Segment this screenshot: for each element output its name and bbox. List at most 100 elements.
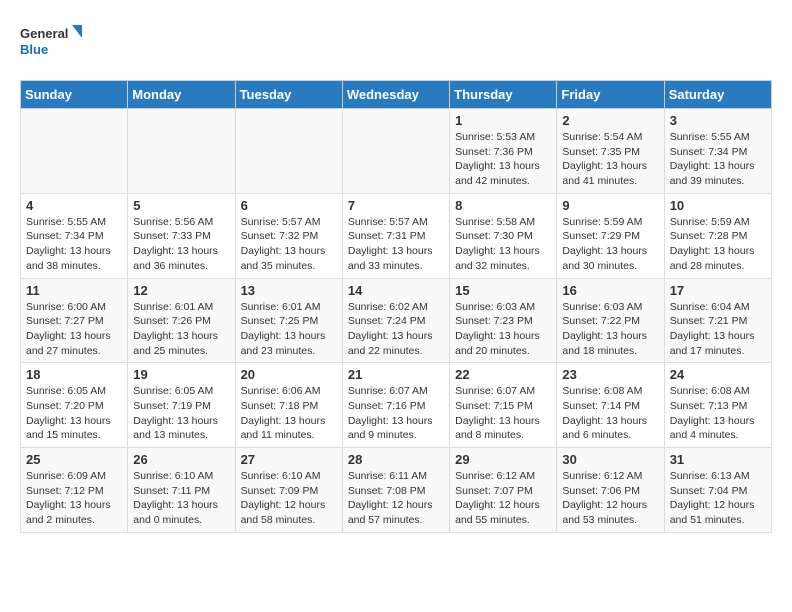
day-number: 15 [455,283,551,298]
day-number: 21 [348,367,444,382]
day-number: 30 [562,452,658,467]
calendar-cell: 15 Sunrise: 6:03 AM Sunset: 7:23 PM Dayli… [450,278,557,363]
day-info: Sunrise: 6:06 AM Sunset: 7:18 PM Dayligh… [241,384,337,443]
calendar-cell: 7Sunrise: 5:57 AM Sunset: 7:31 PM Daylig… [342,193,449,278]
calendar-cell: 9Sunrise: 5:59 AM Sunset: 7:29 PM Daylig… [557,193,664,278]
day-number: 24 [670,367,766,382]
calendar-cell: 17 Sunrise: 6:04 AM Sunset: 7:21 PM Dayli… [664,278,771,363]
day-number: 17 [670,283,766,298]
day-number: 18 [26,367,122,382]
day-number: 4 [26,198,122,213]
calendar-week-4: 18 Sunrise: 6:05 AM Sunset: 7:20 PM Dayli… [21,363,772,448]
day-info: Sunrise: 6:12 AM Sunset: 7:06 PM Dayligh… [562,469,658,528]
calendar-cell [342,109,449,194]
day-number: 27 [241,452,337,467]
day-number: 19 [133,367,229,382]
page-header: General Blue [20,20,772,70]
calendar-cell: 3 Sunrise: 5:55 AM Sunset: 7:34 PM Daylig… [664,109,771,194]
calendar-cell: 21Sunrise: 6:07 AM Sunset: 7:16 PM Dayli… [342,363,449,448]
calendar-cell [21,109,128,194]
day-number: 28 [348,452,444,467]
day-info: Sunrise: 5:57 AM Sunset: 7:31 PM Dayligh… [348,215,444,274]
day-number: 1 [455,113,551,128]
day-number: 8 [455,198,551,213]
day-number: 14 [348,283,444,298]
svg-text:General: General [20,26,68,41]
day-info: Sunrise: 6:12 AM Sunset: 7:07 PM Dayligh… [455,469,551,528]
calendar-cell: 10 Sunrise: 5:59 AM Sunset: 7:28 PM Dayli… [664,193,771,278]
header-tuesday: Tuesday [235,81,342,109]
calendar-week-5: 25 Sunrise: 6:09 AM Sunset: 7:12 PM Dayli… [21,448,772,533]
header-sunday: Sunday [21,81,128,109]
calendar-cell: 12Sunrise: 6:01 AM Sunset: 7:26 PM Dayli… [128,278,235,363]
day-info: Sunrise: 5:56 AM Sunset: 7:33 PM Dayligh… [133,215,229,274]
calendar-cell: 19 Sunrise: 6:05 AM Sunset: 7:19 PM Dayli… [128,363,235,448]
day-info: Sunrise: 6:13 AM Sunset: 7:04 PM Dayligh… [670,469,766,528]
day-number: 2 [562,113,658,128]
calendar-cell: 16Sunrise: 6:03 AM Sunset: 7:22 PM Dayli… [557,278,664,363]
day-info: Sunrise: 6:04 AM Sunset: 7:21 PM Dayligh… [670,300,766,359]
day-info: Sunrise: 6:10 AM Sunset: 7:11 PM Dayligh… [133,469,229,528]
calendar-week-2: 4 Sunrise: 5:55 AM Sunset: 7:34 PM Daylig… [21,193,772,278]
calendar-week-3: 11Sunrise: 6:00 AM Sunset: 7:27 PM Dayli… [21,278,772,363]
calendar-cell: 22 Sunrise: 6:07 AM Sunset: 7:15 PM Dayli… [450,363,557,448]
day-number: 10 [670,198,766,213]
day-info: Sunrise: 5:58 AM Sunset: 7:30 PM Dayligh… [455,215,551,274]
day-number: 13 [241,283,337,298]
day-info: Sunrise: 5:55 AM Sunset: 7:34 PM Dayligh… [670,130,766,189]
day-number: 5 [133,198,229,213]
calendar-cell: 25 Sunrise: 6:09 AM Sunset: 7:12 PM Dayli… [21,448,128,533]
day-info: Sunrise: 5:57 AM Sunset: 7:32 PM Dayligh… [241,215,337,274]
day-info: Sunrise: 6:03 AM Sunset: 7:22 PM Dayligh… [562,300,658,359]
day-info: Sunrise: 5:54 AM Sunset: 7:35 PM Dayligh… [562,130,658,189]
day-info: Sunrise: 6:00 AM Sunset: 7:27 PM Dayligh… [26,300,122,359]
day-info: Sunrise: 6:08 AM Sunset: 7:14 PM Dayligh… [562,384,658,443]
header-wednesday: Wednesday [342,81,449,109]
calendar-cell: 23 Sunrise: 6:08 AM Sunset: 7:14 PM Dayli… [557,363,664,448]
header-friday: Friday [557,81,664,109]
calendar-cell: 8 Sunrise: 5:58 AM Sunset: 7:30 PM Daylig… [450,193,557,278]
calendar-table: SundayMondayTuesdayWednesdayThursdayFrid… [20,80,772,533]
day-info: Sunrise: 5:55 AM Sunset: 7:34 PM Dayligh… [26,215,122,274]
logo: General Blue [20,20,90,70]
calendar-cell: 27 Sunrise: 6:10 AM Sunset: 7:09 PM Dayli… [235,448,342,533]
day-info: Sunrise: 5:59 AM Sunset: 7:28 PM Dayligh… [670,215,766,274]
calendar-header-row: SundayMondayTuesdayWednesdayThursdayFrid… [21,81,772,109]
day-info: Sunrise: 6:01 AM Sunset: 7:25 PM Dayligh… [241,300,337,359]
day-info: Sunrise: 6:09 AM Sunset: 7:12 PM Dayligh… [26,469,122,528]
calendar-cell: 24Sunrise: 6:08 AM Sunset: 7:13 PM Dayli… [664,363,771,448]
day-number: 20 [241,367,337,382]
day-number: 25 [26,452,122,467]
calendar-cell: 14 Sunrise: 6:02 AM Sunset: 7:24 PM Dayli… [342,278,449,363]
header-saturday: Saturday [664,81,771,109]
day-number: 31 [670,452,766,467]
calendar-cell: 13 Sunrise: 6:01 AM Sunset: 7:25 PM Dayli… [235,278,342,363]
day-info: Sunrise: 6:01 AM Sunset: 7:26 PM Dayligh… [133,300,229,359]
calendar-cell: 1Sunrise: 5:53 AM Sunset: 7:36 PM Daylig… [450,109,557,194]
day-info: Sunrise: 6:02 AM Sunset: 7:24 PM Dayligh… [348,300,444,359]
calendar-cell [128,109,235,194]
day-info: Sunrise: 6:07 AM Sunset: 7:15 PM Dayligh… [455,384,551,443]
calendar-cell: 11Sunrise: 6:00 AM Sunset: 7:27 PM Dayli… [21,278,128,363]
calendar-cell: 26Sunrise: 6:10 AM Sunset: 7:11 PM Dayli… [128,448,235,533]
logo-svg: General Blue [20,20,90,70]
calendar-cell: 2 Sunrise: 5:54 AM Sunset: 7:35 PM Daylig… [557,109,664,194]
day-number: 6 [241,198,337,213]
header-thursday: Thursday [450,81,557,109]
day-info: Sunrise: 6:05 AM Sunset: 7:20 PM Dayligh… [26,384,122,443]
day-number: 3 [670,113,766,128]
calendar-week-1: 1Sunrise: 5:53 AM Sunset: 7:36 PM Daylig… [21,109,772,194]
day-info: Sunrise: 6:10 AM Sunset: 7:09 PM Dayligh… [241,469,337,528]
calendar-cell: 31 Sunrise: 6:13 AM Sunset: 7:04 PM Dayli… [664,448,771,533]
header-monday: Monday [128,81,235,109]
day-number: 23 [562,367,658,382]
day-info: Sunrise: 5:59 AM Sunset: 7:29 PM Dayligh… [562,215,658,274]
svg-text:Blue: Blue [20,42,48,57]
day-number: 22 [455,367,551,382]
calendar-cell [235,109,342,194]
day-number: 29 [455,452,551,467]
day-info: Sunrise: 6:03 AM Sunset: 7:23 PM Dayligh… [455,300,551,359]
calendar-cell: 6 Sunrise: 5:57 AM Sunset: 7:32 PM Daylig… [235,193,342,278]
calendar-cell: 20 Sunrise: 6:06 AM Sunset: 7:18 PM Dayli… [235,363,342,448]
day-info: Sunrise: 6:05 AM Sunset: 7:19 PM Dayligh… [133,384,229,443]
